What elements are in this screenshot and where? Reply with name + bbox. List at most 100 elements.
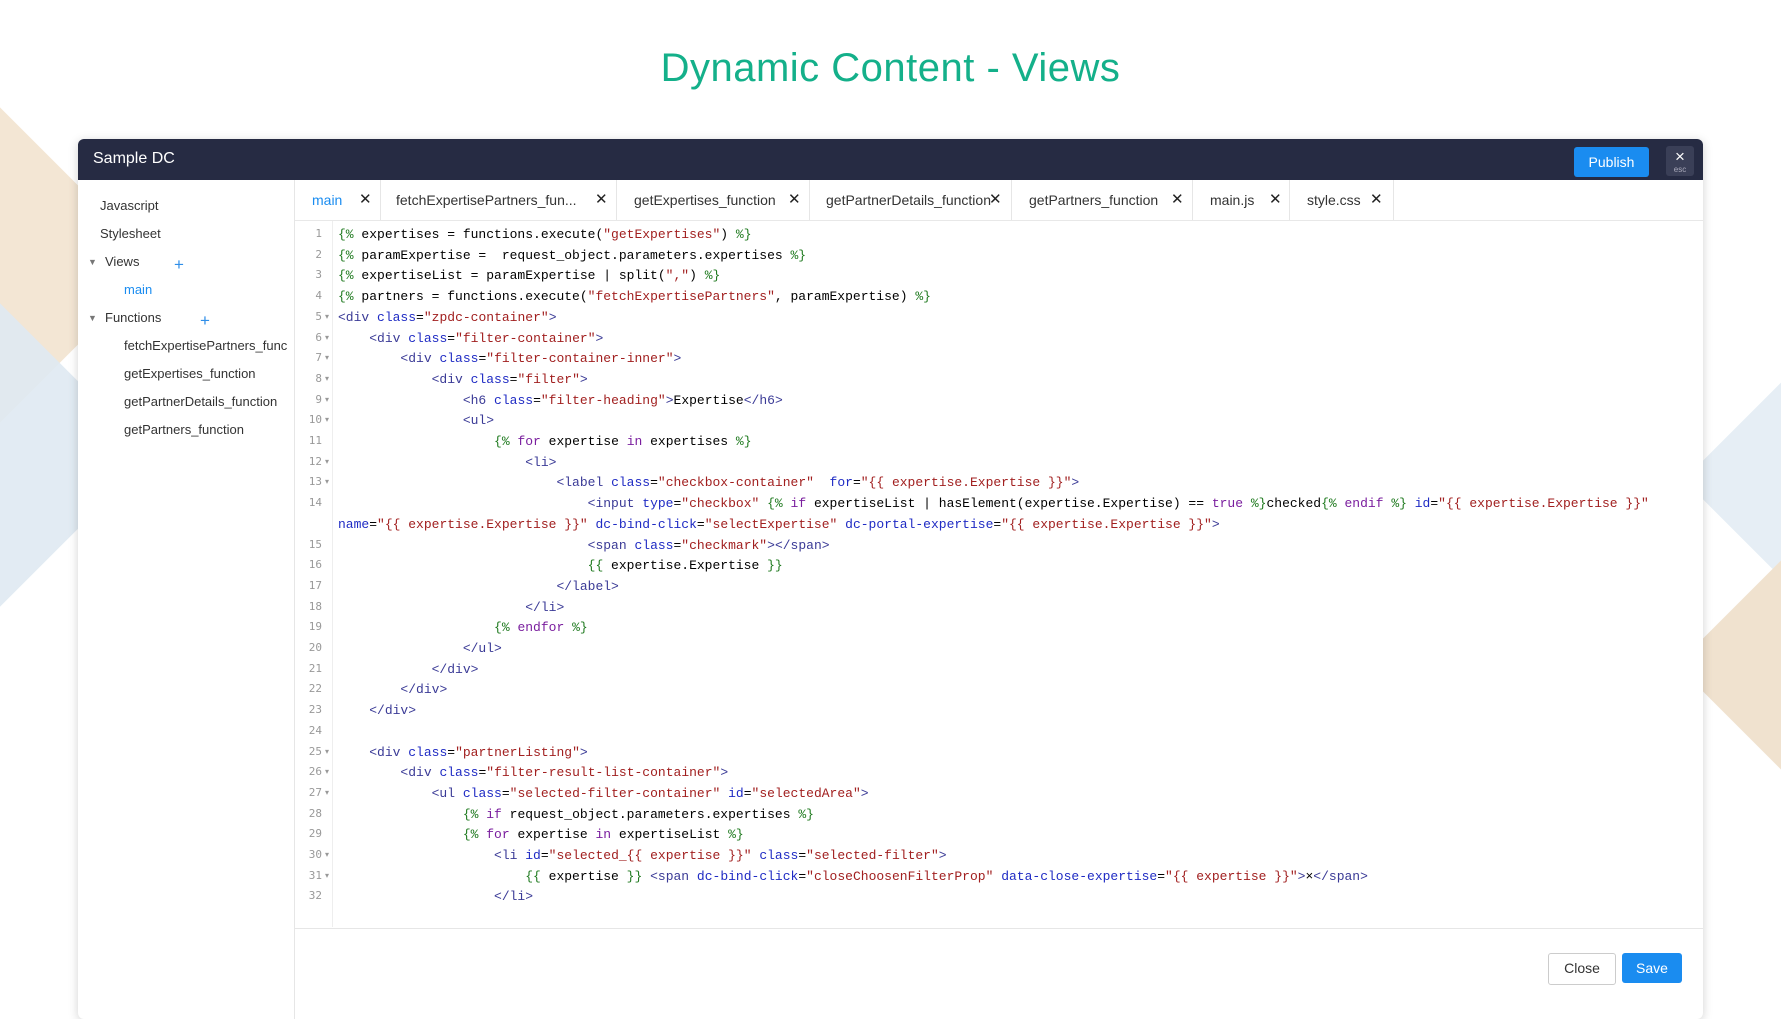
page-title: Dynamic Content - Views (660, 46, 1121, 90)
functions-expand-caret-icon[interactable]: ▼ (88, 313, 97, 323)
sidebar-item-views[interactable]: Views (105, 254, 139, 269)
tab-close-icon[interactable]: ✕ (359, 190, 372, 208)
sidebar-item-get-expertises[interactable]: getExpertises_function (124, 366, 256, 381)
line-number: 3 (315, 268, 322, 282)
code-editor[interactable]: 1 2 3 4 5 ▾ 6 ▾ 7 ▾ 8 ▾ 9 ▾ 10 ▾ 11 12 ▾ 13 ▾ 14 15 16 17 18 19 20 2… (295, 221, 1691, 927)
line-number: 21 (308, 661, 322, 675)
fold-arrow-icon[interactable]: ▾ (325, 747, 329, 756)
file-tree-sidebar: Javascript Stylesheet ▼ Views + main ▼ F… (78, 180, 295, 1019)
tab-fetch-expertise-partners[interactable]: fetchExpertisePartners_fun... ✕ (380, 180, 617, 220)
tab-label: main (312, 192, 343, 208)
line-number: 9 (315, 392, 322, 406)
line-number: 16 (308, 558, 322, 572)
esc-hint: esc (1673, 165, 1687, 174)
line-number: 18 (308, 599, 322, 613)
close-button[interactable]: Close (1548, 953, 1616, 985)
fold-arrow-icon[interactable]: ▾ (325, 788, 329, 797)
fold-arrow-icon[interactable]: ▾ (325, 312, 329, 321)
line-number: 5 (315, 309, 322, 323)
fold-arrow-icon[interactable]: ▾ (325, 871, 329, 880)
fold-arrow-icon[interactable]: ▾ (325, 415, 329, 424)
close-window-button[interactable]: × esc (1666, 146, 1694, 176)
tab-get-expertises[interactable]: getExpertises_function ✕ (616, 180, 810, 220)
tab-close-icon[interactable]: ✕ (989, 190, 1002, 208)
line-number: 27 (308, 785, 322, 799)
tab-style-css[interactable]: style.css ✕ (1289, 180, 1394, 220)
editor-window: Sample DC Publish × esc Javascript Style… (78, 139, 1703, 1019)
tab-get-partner-details[interactable]: getPartnerDetails_function ✕ (809, 180, 1012, 220)
window-titlebar: Sample DC Publish × esc (78, 139, 1703, 180)
code-line: <div class="partnerListing"> (369, 744, 588, 760)
fold-arrow-icon[interactable]: ▾ (325, 353, 329, 362)
views-expand-caret-icon[interactable]: ▼ (88, 257, 97, 267)
line-number: 23 (308, 703, 322, 717)
window-title: Sample DC (93, 150, 175, 167)
tab-close-icon[interactable]: ✕ (1370, 190, 1383, 208)
line-number: 15 (308, 537, 322, 551)
line-number: 12 (308, 454, 322, 468)
fold-arrow-icon[interactable]: ▾ (325, 333, 329, 342)
line-number: 24 (308, 723, 322, 737)
sidebar-item-get-partner-details[interactable]: getPartnerDetails_function (124, 394, 277, 409)
tab-close-icon[interactable]: ✕ (595, 190, 608, 208)
add-function-icon[interactable]: + (200, 312, 210, 329)
code-line: </label> (556, 578, 619, 594)
line-number: 1 (315, 227, 322, 240)
line-number: 10 (308, 413, 322, 427)
tab-label: getExpertises_function (634, 192, 776, 208)
sidebar-item-javascript[interactable]: Javascript (100, 198, 159, 213)
code-line: <span class="checkmark"></span> (587, 537, 830, 553)
code-line: {% partners = functions.execute("fetchEx… (338, 289, 931, 305)
tab-close-icon[interactable]: ✕ (1269, 190, 1282, 208)
line-number: 25 (308, 744, 322, 758)
line-number: 29 (308, 827, 322, 841)
fold-arrow-icon[interactable]: ▾ (325, 374, 329, 383)
sidebar-item-functions[interactable]: Functions (105, 310, 161, 325)
publish-button[interactable]: Publish (1574, 147, 1649, 177)
fold-arrow-icon[interactable]: ▾ (325, 457, 329, 466)
line-number: 4 (315, 289, 322, 303)
code-line: <div class="zpdc-container"> (338, 309, 557, 325)
code-line: </ul> (462, 641, 502, 656)
line-number: 7 (315, 351, 322, 365)
code-line: {% paramExpertise = request_object.param… (338, 247, 807, 263)
tab-close-icon[interactable]: ✕ (1171, 190, 1184, 208)
line-number: 32 (308, 889, 322, 903)
sidebar-item-main[interactable]: main (124, 282, 152, 297)
sidebar-item-fetch-expertise-partners[interactable]: fetchExpertisePartners_func (124, 338, 294, 353)
code-line: {% endfor %} (494, 620, 588, 636)
close-icon: × (1675, 147, 1685, 166)
line-number: 14 (308, 496, 322, 510)
fold-arrow-icon[interactable]: ▾ (325, 395, 329, 404)
code-line: <ul> (462, 413, 495, 429)
dialog-footer (295, 928, 1703, 1019)
fold-arrow-icon[interactable]: ▾ (325, 477, 329, 486)
code-line: <div class="filter-result-list-container… (400, 765, 729, 781)
line-number: 22 (308, 682, 322, 696)
code-line: {% if request_object.parameters.expertis… (462, 806, 814, 822)
line-number: 6 (315, 330, 322, 344)
code-line: {% for expertise in expertiseList %} (462, 827, 744, 843)
fold-arrow-icon[interactable]: ▾ (325, 850, 329, 859)
code-line: <li> (525, 454, 557, 470)
tab-get-partners[interactable]: getPartners_function ✕ (1011, 180, 1193, 220)
tab-label: fetchExpertisePartners_fun... (396, 192, 577, 208)
line-number: 8 (315, 371, 322, 385)
tab-close-icon[interactable]: ✕ (788, 190, 801, 208)
line-number: 19 (308, 620, 322, 634)
sidebar-item-stylesheet[interactable]: Stylesheet (100, 226, 161, 241)
tab-main[interactable]: main ✕ (295, 180, 381, 220)
tab-main-js[interactable]: main.js ✕ (1192, 180, 1290, 220)
code-line: {% expertiseList = paramExpertise | spli… (338, 268, 721, 284)
add-view-icon[interactable]: + (174, 256, 184, 273)
line-number-gutter: 1 2 3 4 5 ▾ 6 ▾ 7 ▾ 8 ▾ 9 ▾ 10 ▾ 11 12 ▾ 13 ▾ 14 15 16 17 18 19 20 2… (295, 221, 333, 927)
code-line: </div> (400, 682, 448, 698)
sidebar-item-get-partners[interactable]: getPartners_function (124, 422, 244, 437)
save-button[interactable]: Save (1622, 953, 1682, 983)
line-number: 28 (308, 806, 322, 820)
line-number: 13 (308, 475, 322, 489)
code-line: <input type="checkbox" {% if expertiseLi… (587, 496, 1649, 512)
code-line: <ul class="selected-filter-container" id… (431, 785, 869, 801)
code-line: <li id="selected_{{ expertise }}" class=… (494, 848, 947, 863)
fold-arrow-icon[interactable]: ▾ (325, 767, 329, 776)
